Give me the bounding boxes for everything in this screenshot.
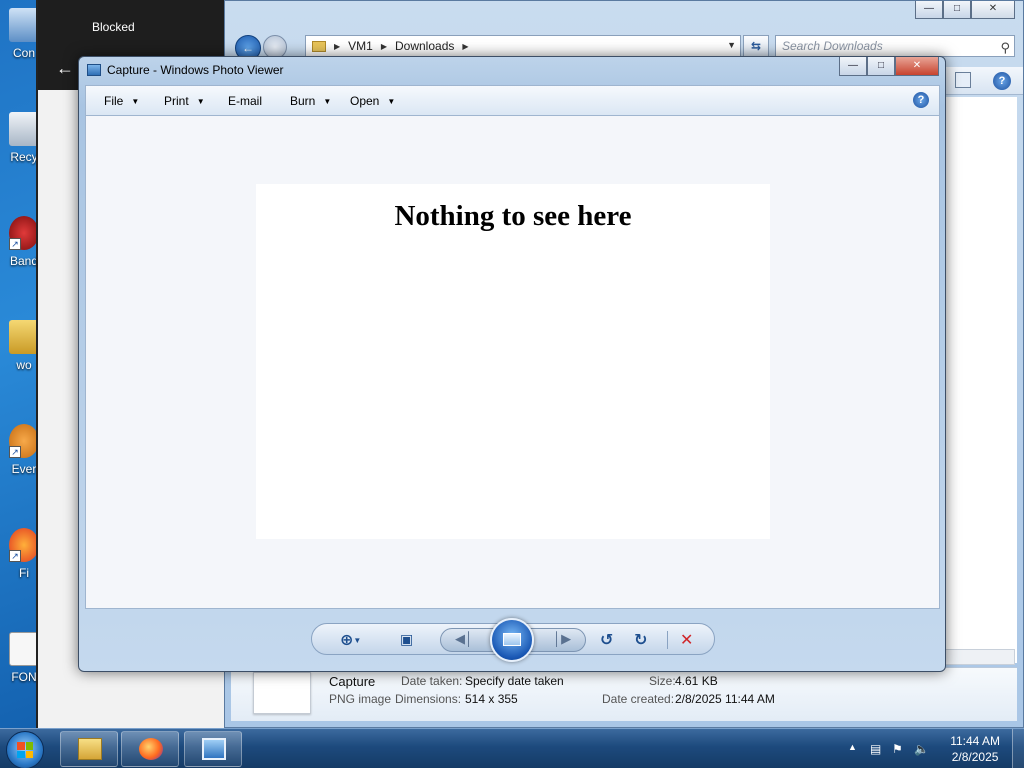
- view-options-icon[interactable]: [955, 72, 971, 88]
- chevron-down-icon: ▼: [323, 97, 332, 106]
- date-taken-label: Date taken:: [401, 674, 463, 688]
- maximize-button[interactable]: □: [943, 1, 971, 19]
- firefox-icon: ↗: [9, 528, 39, 562]
- explorer-window-controls: — □ ✕: [915, 1, 1015, 19]
- slideshow-button[interactable]: [490, 618, 534, 662]
- folder-icon: [78, 738, 102, 760]
- file-thumbnail: [253, 672, 311, 714]
- start-button[interactable]: [6, 731, 44, 768]
- details-pane: Capture PNG image Date taken: Specify da…: [231, 667, 1017, 721]
- minimize-button[interactable]: —: [915, 1, 943, 19]
- menu-print-label: Print: [164, 94, 189, 108]
- chevron-right-icon: ▶: [334, 41, 341, 51]
- file-type: PNG image: [329, 692, 392, 706]
- taskbar-firefox[interactable]: [121, 731, 179, 767]
- show-hidden-icons-icon[interactable]: ▲: [848, 742, 857, 752]
- recycle-bin-icon: [9, 112, 39, 146]
- close-button[interactable]: ✕: [895, 57, 939, 76]
- arrow-left-icon[interactable]: ←: [56, 58, 74, 79]
- menu-open-label: Open: [350, 94, 380, 108]
- volume-muted-icon[interactable]: 🔈: [914, 742, 929, 756]
- clock-time: 11:44 AM: [950, 734, 1000, 748]
- breadcrumb-vm1[interactable]: VM1: [348, 39, 373, 53]
- everything-search-icon: ↗: [9, 424, 39, 458]
- viewer-window-controls: — □ ✕: [839, 57, 939, 76]
- photo-viewer-icon: [202, 738, 226, 760]
- viewer-controls: ⊕▼ ▣ ◀│ │▶ ↺ ↻ ✕: [311, 618, 715, 662]
- bandicam-icon: ↗: [9, 216, 39, 250]
- chevron-down-icon[interactable]: ▼: [727, 40, 736, 50]
- chevron-down-icon: ▼: [387, 97, 396, 106]
- dimensions-label: Dimensions:: [395, 692, 462, 706]
- windows-logo-icon: [17, 742, 33, 758]
- taskbar: ▲ ▤ ⚑ 🔈 11:44 AM 2/8/2025: [0, 728, 1024, 768]
- search-icon: ⚲: [1000, 40, 1010, 55]
- actual-size-icon[interactable]: ▣: [400, 631, 413, 648]
- dimensions-value: 514 x 355: [465, 692, 518, 706]
- rotate-counterclockwise-icon[interactable]: ↺: [600, 630, 613, 650]
- date-created-value: 2/8/2025 11:44 AM: [675, 692, 775, 706]
- help-icon[interactable]: ?: [993, 72, 1011, 90]
- help-icon[interactable]: ?: [913, 92, 929, 108]
- size-label: Size:: [649, 674, 676, 688]
- chevron-down-icon: ▼: [196, 97, 205, 106]
- zoom-icon[interactable]: ⊕▼: [340, 630, 361, 650]
- address-bar[interactable]: ▶ VM1 ▶ Downloads ▶ ▼: [305, 35, 741, 57]
- refresh-button[interactable]: ⇆: [743, 35, 769, 57]
- next-icon[interactable]: │▶: [553, 631, 571, 647]
- rotate-clockwise-icon[interactable]: ↻: [634, 630, 647, 650]
- size-value: 4.61 KB: [675, 674, 718, 688]
- document-icon: [9, 632, 39, 666]
- previous-icon[interactable]: ◀│: [455, 631, 473, 647]
- firefox-icon: [139, 738, 163, 760]
- menu-print[interactable]: Print ▼: [164, 94, 205, 108]
- date-taken-value[interactable]: Specify date taken: [465, 674, 564, 688]
- photo-viewer-window: Capture - Windows Photo Viewer — □ ✕ Fil…: [78, 56, 946, 672]
- maximize-button[interactable]: □: [867, 57, 895, 76]
- clock[interactable]: 11:44 AM 2/8/2025: [950, 733, 1000, 765]
- search-placeholder: Search Downloads: [782, 39, 883, 53]
- menu-burn-label: Burn: [290, 94, 316, 108]
- photo-viewer-app-icon: [87, 64, 101, 76]
- menu-file[interactable]: File ▼: [104, 94, 139, 108]
- network-icon[interactable]: ▤: [870, 742, 881, 756]
- slideshow-icon: [503, 633, 521, 646]
- blocked-window-title: Blocked: [92, 20, 135, 34]
- shortcut-arrow-icon: ↗: [9, 550, 21, 562]
- close-button[interactable]: ✕: [971, 1, 1015, 19]
- displayed-image: Nothing to see here: [256, 184, 770, 539]
- viewer-titlebar[interactable]: Capture - Windows Photo Viewer — □ ✕: [79, 57, 945, 83]
- chevron-right-icon: ▶: [380, 41, 387, 51]
- folder-icon: [9, 320, 39, 354]
- taskbar-explorer[interactable]: [60, 731, 118, 767]
- action-center-flag-icon[interactable]: ⚑: [892, 742, 903, 756]
- breadcrumb-downloads[interactable]: Downloads: [395, 39, 454, 53]
- folder-icon: [312, 40, 326, 52]
- shortcut-arrow-icon: ↗: [9, 238, 21, 250]
- toolbar-divider: [667, 631, 668, 649]
- taskbar-photo-viewer[interactable]: [184, 731, 242, 767]
- shortcut-arrow-icon: ↗: [9, 446, 21, 458]
- clock-date: 2/8/2025: [951, 750, 999, 764]
- delete-icon[interactable]: ✕: [680, 630, 693, 650]
- menu-email[interactable]: E-mail: [228, 94, 262, 108]
- chevron-right-icon: ▶: [462, 41, 469, 51]
- show-desktop-button[interactable]: [1012, 729, 1024, 768]
- image-stage: Nothing to see here: [85, 115, 940, 609]
- computer-icon: [9, 8, 39, 42]
- viewer-menubar: File ▼ Print ▼ E-mail Burn ▼ Open ▼ ?: [85, 85, 940, 115]
- menu-file-label: File: [104, 94, 124, 108]
- system-tray: ▲ ▤ ⚑ 🔈 11:44 AM 2/8/2025: [834, 729, 1024, 768]
- search-input[interactable]: Search Downloads ⚲: [775, 35, 1015, 57]
- file-name: Capture: [329, 674, 376, 689]
- minimize-button[interactable]: —: [839, 57, 867, 76]
- menu-email-label: E-mail: [228, 94, 263, 108]
- chevron-down-icon: ▼: [131, 97, 140, 106]
- window-title: Capture - Windows Photo Viewer: [107, 63, 284, 77]
- date-created-label: Date created:: [602, 692, 675, 706]
- menu-open[interactable]: Open ▼: [350, 94, 395, 108]
- menu-burn[interactable]: Burn ▼: [290, 94, 331, 108]
- image-text: Nothing to see here: [394, 200, 632, 232]
